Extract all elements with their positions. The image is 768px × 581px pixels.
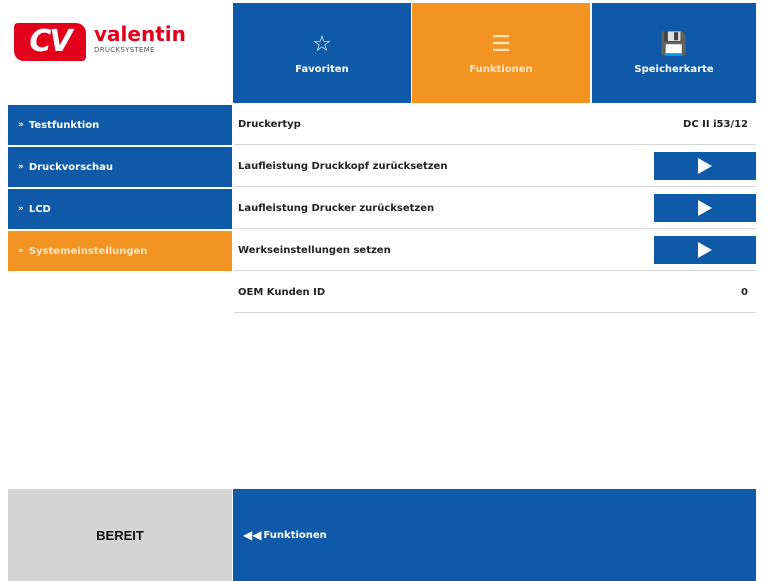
double-chevron-icon: » (18, 162, 24, 172)
footer-bar: ◀◀ Funktionen (233, 489, 756, 581)
play-icon (698, 158, 712, 174)
play-icon (698, 200, 712, 216)
cv-logo-mark: CV (14, 23, 86, 61)
tab-functions-label: Funktionen (469, 63, 533, 75)
logo-subtitle: DRUCKSYSTEME (94, 46, 155, 54)
reset-printer-button[interactable] (654, 194, 756, 222)
tab-memory-card[interactable]: 💾 Speicherkarte (592, 3, 756, 103)
sidebar-item-lcd[interactable]: » LCD (8, 189, 232, 229)
tab-functions[interactable]: ☰ Funktionen (412, 3, 590, 103)
oem-id-value: 0 (741, 287, 748, 298)
back-button-label: Funktionen (263, 529, 327, 541)
printer-type-row: Druckertyp DC II i53/12 (234, 105, 756, 145)
factory-settings-button[interactable] (654, 236, 756, 264)
reset-printer-label: Laufleistung Drucker zurücksetzen (238, 203, 435, 214)
double-chevron-icon: » (18, 120, 24, 130)
oem-id-label: OEM Kunden ID (238, 287, 326, 298)
status-text: BEREIT (96, 527, 144, 543)
sidebar-item-label: LCD (28, 203, 51, 215)
sidebar-item-druckvorschau[interactable]: » Druckvorschau (8, 147, 232, 187)
tab-favorites-label: Favoriten (295, 63, 349, 75)
reset-head-label: Laufleistung Druckkopf zurücksetzen (238, 161, 448, 172)
back-button[interactable]: ◀◀ Funktionen (243, 528, 327, 542)
reset-head-button[interactable] (654, 152, 756, 180)
printer-type-value: DC II i53/12 (683, 119, 748, 130)
status-indicator: BEREIT (8, 489, 232, 581)
printer-type-label: Druckertyp (238, 119, 301, 130)
reset-head-row: Laufleistung Druckkopf zurücksetzen (234, 147, 756, 187)
star-icon: ☆ (312, 31, 332, 57)
double-chevron-icon: » (18, 246, 24, 256)
save-icon: 💾 (660, 31, 688, 57)
factory-settings-label: Werkseinstellungen setzen (238, 245, 391, 256)
sidebar-item-systemeinstellungen[interactable]: » Systemeinstellungen (8, 231, 232, 271)
sidebar-item-label: Systemeinstellungen (28, 245, 148, 257)
factory-settings-row: Werkseinstellungen setzen (234, 231, 756, 271)
reset-printer-row: Laufleistung Drucker zurücksetzen (234, 189, 756, 229)
double-back-arrow-icon: ◀◀ (243, 528, 262, 542)
logo-name: valentin (94, 22, 186, 46)
play-icon (698, 242, 712, 258)
tab-favorites[interactable]: ☆ Favoriten (233, 3, 411, 103)
brand-logo: CV valentin DRUCKSYSTEME (4, 3, 232, 103)
sidebar-item-label: Druckvorschau (28, 161, 113, 173)
sidebar-item-label: Testfunktion (28, 119, 100, 131)
tab-memory-card-label: Speicherkarte (634, 63, 714, 75)
sidebar-item-testfunktion[interactable]: » Testfunktion (8, 105, 232, 145)
double-chevron-icon: » (18, 204, 24, 214)
printer-display: CV valentin DRUCKSYSTEME ☆ Favoriten ☰ F… (4, 3, 756, 581)
oem-id-row: OEM Kunden ID 0 (234, 273, 756, 313)
list-icon: ☰ (491, 31, 511, 57)
logo-wordmark: valentin DRUCKSYSTEME (94, 23, 186, 54)
